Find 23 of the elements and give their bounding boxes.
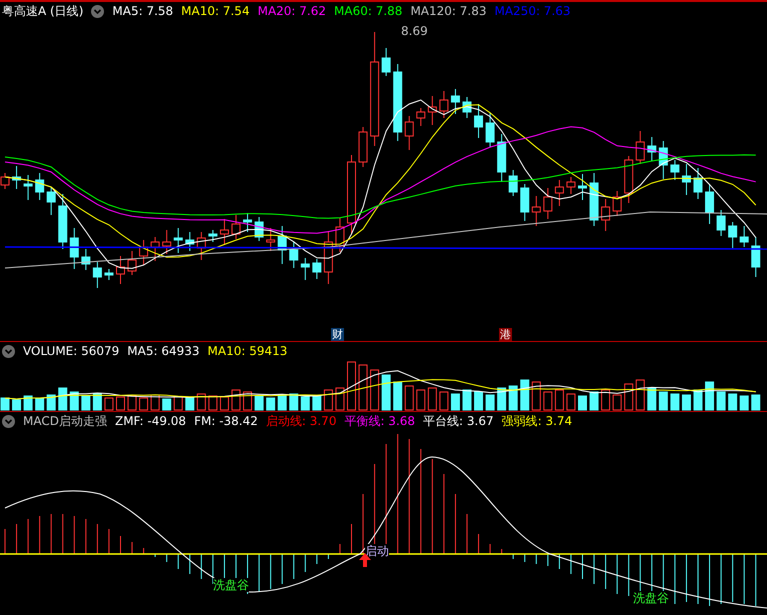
valley-signal-label: 洗盘谷 (213, 578, 249, 592)
indicator-value: ZMF: -49.08 (114, 413, 186, 430)
indicator-value: 平衡线: 3.68 (344, 413, 416, 430)
indicator-value: MA20: 7.62 (258, 3, 326, 20)
indicator-value: MA120: 7.83 (410, 3, 486, 20)
indicator-value: VOLUME: 56079 (23, 343, 120, 360)
indicator-value: MA60: 7.88 (334, 3, 402, 20)
indicator-value: 平台线: 3.67 (423, 413, 494, 430)
indicator-value: MA5: 64933 (127, 343, 200, 360)
indicator-value: MA10: 59413 (208, 343, 288, 360)
indicator-value: MACD启动走强 (23, 413, 107, 430)
indicator-value: MA5: 7.58 (112, 3, 174, 20)
indicator-value: 启动线: 3.70 (266, 413, 336, 430)
indicator-value: MA10: 7.54 (181, 3, 250, 20)
event-marker[interactable]: 港 (499, 328, 512, 341)
start-signal-label: 启动 (365, 544, 389, 558)
indicator-value: MA250: 7.63 (494, 3, 571, 20)
indicator-value: 强弱线: 3.74 (502, 413, 572, 430)
indicator-value: FM: -38.42 (194, 413, 258, 430)
valley-signal-label: 洗盘谷 (633, 591, 669, 605)
chart-title: 粤高速A (日线) (2, 3, 84, 20)
high-price-label: 8.69 (401, 24, 428, 38)
event-marker[interactable]: 财 (331, 328, 344, 341)
